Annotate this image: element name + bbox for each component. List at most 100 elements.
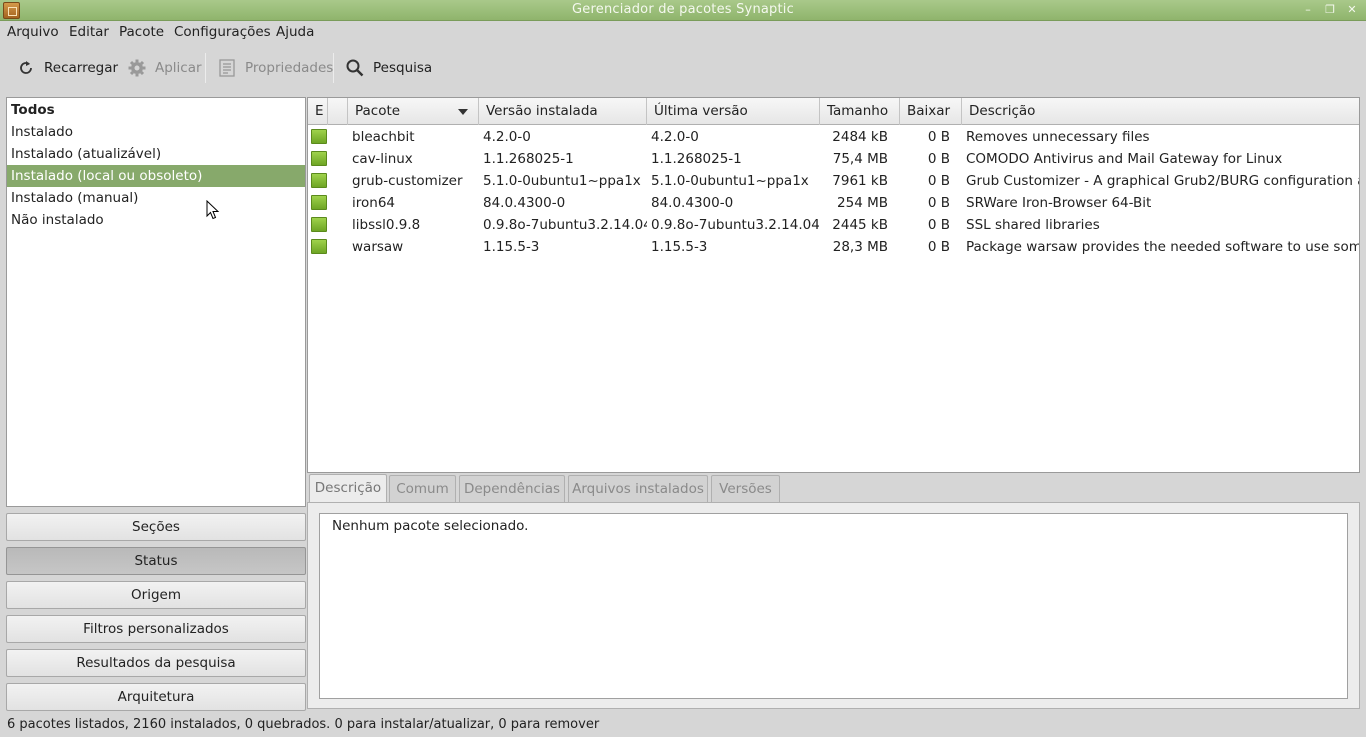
properties-button[interactable]: Propriedades	[217, 53, 333, 83]
description-text: Nenhum pacote selecionado.	[319, 513, 1348, 699]
origin-button[interactable]: Origem	[6, 581, 306, 609]
installed-status-icon[interactable]	[311, 239, 327, 254]
column-header-download[interactable]: Baixar	[900, 98, 962, 125]
installed-status-icon[interactable]	[311, 195, 327, 210]
toolbar-separator	[333, 53, 334, 83]
package-name: cav-linux	[352, 151, 413, 167]
latest-version: 4.2.0-0	[651, 129, 699, 145]
tab-common[interactable]: Comum	[389, 475, 456, 502]
search-button[interactable]: Pesquisa	[345, 53, 432, 83]
filter-item-nao-instalado[interactable]: Não instalado	[7, 209, 305, 231]
menu-bar: Arquivo Editar Pacote Configurações Ajud…	[0, 21, 1366, 45]
filter-item-instalado-atualizavel[interactable]: Instalado (atualizável)	[7, 143, 305, 165]
search-icon	[345, 58, 365, 78]
minimize-icon[interactable]: –	[1299, 2, 1317, 18]
package-size: 7961 kB	[832, 173, 888, 189]
package-name: iron64	[352, 195, 395, 211]
package-name: grub-customizer	[352, 173, 463, 189]
architecture-button[interactable]: Arquitetura	[6, 683, 306, 711]
reload-label: Recarregar	[44, 60, 119, 76]
installed-status-icon[interactable]	[311, 217, 327, 232]
details-panel: Nenhum pacote selecionado.	[307, 502, 1360, 709]
download-size: 0 B	[927, 129, 950, 145]
table-row[interactable]: grub-customizer 5.1.0-0ubuntu1~ppa1x 5.1…	[308, 170, 1359, 192]
download-size: 0 B	[927, 151, 950, 167]
maximize-icon[interactable]: ❐	[1321, 2, 1339, 18]
apply-button[interactable]: Aplicar	[127, 53, 202, 83]
filter-item-instalado[interactable]: Instalado	[7, 121, 305, 143]
table-row[interactable]: cav-linux 1.1.268025-1 1.1.268025-1 75,4…	[308, 148, 1359, 170]
download-size: 0 B	[927, 239, 950, 255]
menu-ajuda[interactable]: Ajuda	[276, 24, 314, 40]
search-results-button[interactable]: Resultados da pesquisa	[6, 649, 306, 677]
latest-version: 0.9.8o-7ubuntu3.2.14.04.1	[651, 217, 819, 233]
download-size: 0 B	[927, 173, 950, 189]
table-row[interactable]: libssl0.9.8 0.9.8o-7ubuntu3.2.14.04.1 0.…	[308, 214, 1359, 236]
package-description: Package warsaw provides the needed softw…	[966, 239, 1359, 255]
status-button[interactable]: Status	[6, 547, 306, 575]
toolbar: Recarregar Aplicar Propriedades Pesquisa	[0, 45, 1366, 91]
table-row[interactable]: bleachbit 4.2.0-0 4.2.0-0 2484 kB 0 B Re…	[308, 126, 1359, 148]
installed-version: 4.2.0-0	[483, 129, 531, 145]
custom-filters-button[interactable]: Filtros personalizados	[6, 615, 306, 643]
column-header-status[interactable]: E	[308, 98, 328, 125]
toolbar-separator	[205, 53, 206, 83]
package-name: bleachbit	[352, 129, 415, 145]
package-size: 2484 kB	[832, 129, 888, 145]
latest-version: 1.15.5-3	[651, 239, 708, 255]
tab-dependencies[interactable]: Dependências	[459, 475, 565, 502]
download-size: 0 B	[927, 195, 950, 211]
column-header-package-label: Pacote	[355, 103, 401, 119]
latest-version: 1.1.268025-1	[651, 151, 742, 167]
menu-arquivo[interactable]: Arquivo	[7, 24, 59, 40]
window-title: Gerenciador de pacotes Synaptic	[572, 2, 794, 17]
column-header-latest-version[interactable]: Última versão	[647, 98, 820, 125]
filter-item-instalado-manual[interactable]: Instalado (manual)	[7, 187, 305, 209]
installed-version: 5.1.0-0ubuntu1~ppa1x	[483, 173, 641, 189]
properties-label: Propriedades	[245, 60, 334, 76]
package-size: 28,3 MB	[832, 239, 888, 255]
reload-button[interactable]: Recarregar	[16, 53, 118, 83]
column-header-support[interactable]	[328, 98, 348, 125]
latest-version: 84.0.4300-0	[651, 195, 734, 211]
column-header-installed-version[interactable]: Versão instalada	[479, 98, 647, 125]
installed-version: 0.9.8o-7ubuntu3.2.14.04.1	[483, 217, 647, 233]
details-tabs: Descrição Comum Dependências Arquivos in…	[307, 474, 1360, 502]
column-header-size[interactable]: Tamanho	[820, 98, 900, 125]
mouse-cursor-icon	[206, 199, 220, 220]
sections-button[interactable]: Seções	[6, 513, 306, 541]
tab-installed-files[interactable]: Arquivos instalados	[568, 475, 708, 502]
filter-item-instalado-local-obsoleto[interactable]: Instalado (local ou obsoleto)	[7, 165, 305, 187]
installed-version: 1.15.5-3	[483, 239, 540, 255]
close-icon[interactable]: ✕	[1343, 2, 1361, 18]
table-header: E Pacote Versão instalada Última versão …	[308, 98, 1359, 125]
properties-icon	[217, 58, 237, 78]
package-description: SRWare Iron-Browser 64-Bit	[966, 195, 1152, 211]
tab-versions[interactable]: Versões	[711, 475, 780, 502]
tab-description[interactable]: Descrição	[309, 474, 387, 502]
package-size: 2445 kB	[832, 217, 888, 233]
table-row[interactable]: warsaw 1.15.5-3 1.15.5-3 28,3 MB 0 B Pac…	[308, 236, 1359, 258]
package-name: warsaw	[352, 239, 404, 255]
column-header-package[interactable]: Pacote	[348, 98, 479, 125]
package-description: Removes unnecessary files	[966, 129, 1150, 145]
table-row[interactable]: iron64 84.0.4300-0 84.0.4300-0 254 MB 0 …	[308, 192, 1359, 214]
package-description: SSL shared libraries	[966, 217, 1100, 233]
package-description: COMODO Antivirus and Mail Gateway for Li…	[966, 151, 1283, 167]
filter-list: Todos Instalado Instalado (atualizável) …	[6, 97, 306, 507]
sort-down-icon	[458, 109, 468, 115]
installed-status-icon[interactable]	[311, 151, 327, 166]
installed-version: 1.1.268025-1	[483, 151, 574, 167]
installed-status-icon[interactable]	[311, 129, 327, 144]
package-size: 254 MB	[837, 195, 888, 211]
filter-item-todos[interactable]: Todos	[7, 99, 305, 121]
menu-pacote[interactable]: Pacote	[119, 24, 164, 40]
download-size: 0 B	[927, 217, 950, 233]
status-bar: 6 pacotes listados, 2160 instalados, 0 q…	[0, 713, 1366, 737]
installed-status-icon[interactable]	[311, 173, 327, 188]
menu-editar[interactable]: Editar	[69, 24, 109, 40]
installed-version: 84.0.4300-0	[483, 195, 566, 211]
package-description: Grub Customizer - A graphical Grub2/BURG…	[966, 173, 1359, 189]
column-header-description[interactable]: Descrição	[962, 98, 1359, 125]
menu-configuracoes[interactable]: Configurações	[174, 24, 271, 40]
